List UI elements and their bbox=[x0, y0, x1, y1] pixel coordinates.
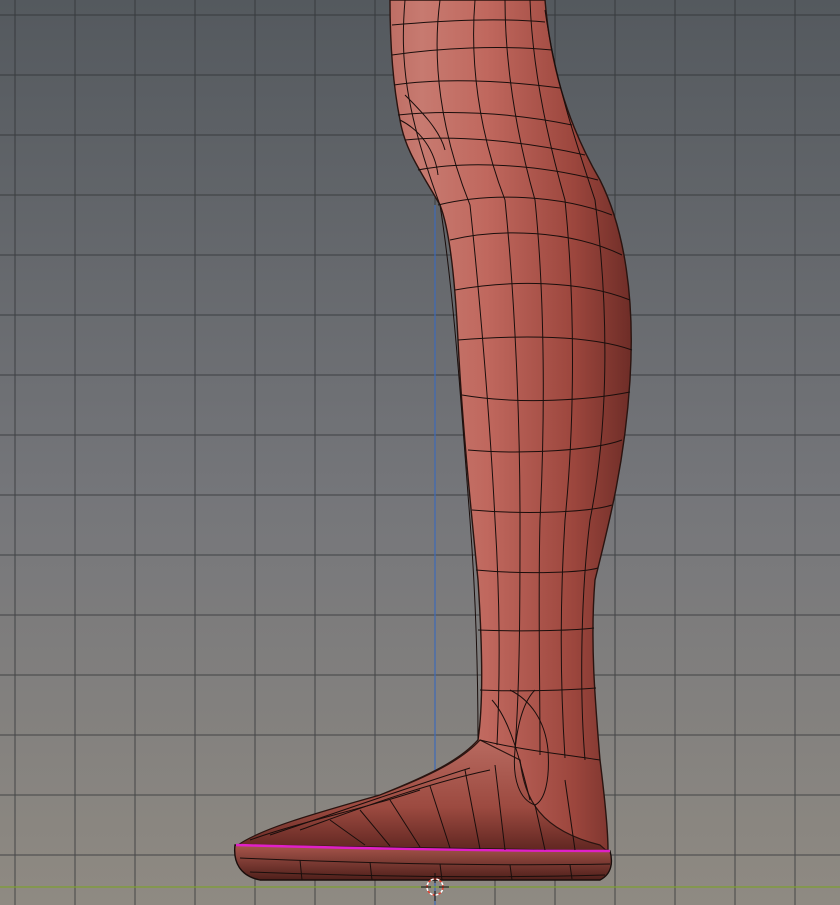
viewport-canvas[interactable] bbox=[0, 0, 840, 905]
3d-viewport[interactable] bbox=[0, 0, 840, 905]
